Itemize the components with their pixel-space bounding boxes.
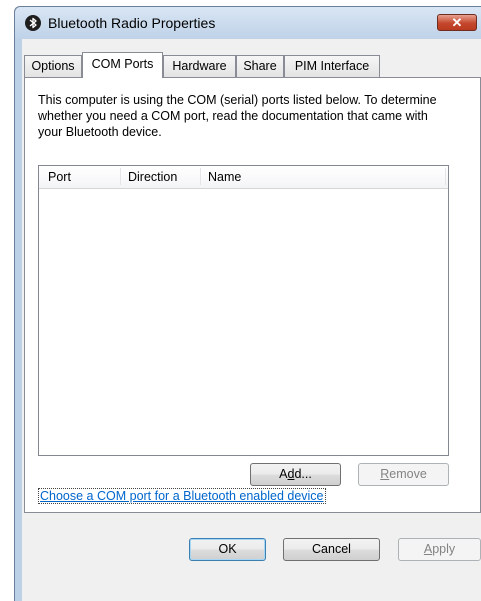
remove-button-label: Remove	[380, 467, 427, 481]
description-text: This computer is using the COM (serial) …	[38, 93, 437, 139]
tab-label: Hardware	[172, 59, 227, 73]
close-button[interactable]: ✕	[437, 14, 477, 31]
tab-label: PIM Interface	[294, 59, 370, 73]
column-header-port[interactable]: Port	[48, 170, 71, 184]
column-divider[interactable]	[120, 168, 121, 185]
tab-com-ports[interactable]: COM Ports	[82, 52, 163, 78]
window-title: Bluetooth Radio Properties	[48, 15, 216, 31]
tab-options[interactable]: Options	[24, 55, 82, 77]
choose-com-port-link[interactable]: Choose a COM port for a Bluetooth enable…	[38, 488, 326, 504]
apply-button[interactable]: Apply	[398, 538, 481, 561]
apply-button-label: Apply	[423, 542, 456, 556]
tab-label: Share	[243, 59, 277, 73]
column-divider[interactable]	[200, 168, 201, 185]
column-header-direction[interactable]: Direction	[128, 170, 177, 184]
dialog-body: Options COM Ports Hardware Share PIM Int…	[22, 39, 481, 601]
com-ports-list[interactable]: Port Direction Name	[38, 165, 449, 456]
com-ports-panel: This computer is using the COM (serial) …	[24, 77, 481, 513]
tab-pim-interface[interactable]: PIM Interface	[284, 55, 380, 77]
remove-button[interactable]: Remove	[358, 463, 449, 486]
title-bar[interactable]: Bluetooth Radio Properties ✕	[15, 7, 481, 39]
cancel-button[interactable]: Cancel	[283, 538, 380, 561]
tab-hardware[interactable]: Hardware	[163, 55, 236, 77]
column-divider[interactable]	[445, 168, 446, 185]
close-icon: ✕	[451, 15, 463, 30]
column-header-name[interactable]: Name	[208, 170, 241, 184]
tab-label: COM Ports	[91, 57, 154, 71]
add-button-label: Add...	[279, 467, 312, 481]
ok-button[interactable]: OK	[189, 538, 266, 561]
ok-button-label: OK	[218, 542, 237, 556]
dialog-window: Bluetooth Radio Properties ✕ Options COM…	[14, 6, 481, 601]
add-button[interactable]: Add...	[250, 463, 341, 486]
cancel-button-label: Cancel	[312, 542, 351, 556]
tab-share[interactable]: Share	[236, 55, 284, 77]
bluetooth-icon	[25, 15, 41, 31]
list-header: Port Direction Name	[39, 166, 448, 189]
tab-label: Options	[31, 59, 75, 73]
